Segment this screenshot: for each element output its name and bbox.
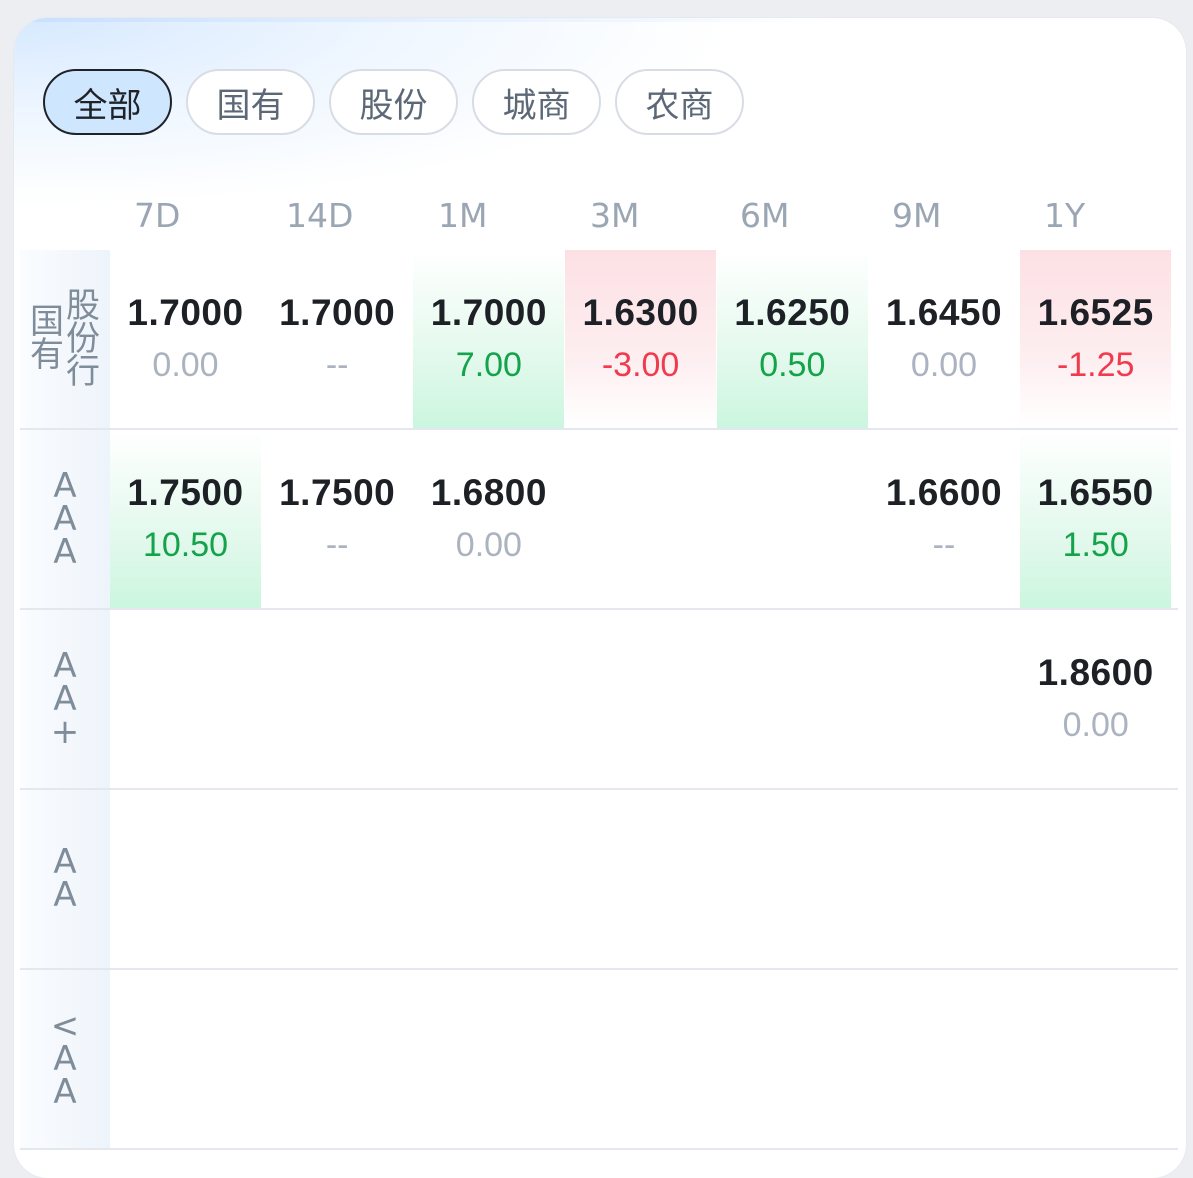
rate-cell[interactable]: 1.7000 7.00 [413, 250, 565, 428]
rate-change: -3.00 [601, 346, 680, 384]
rate-change: 10.50 [142, 526, 229, 564]
rate-change: 1.50 [1062, 526, 1129, 564]
rate-change: 0.00 [1062, 706, 1129, 744]
table-row: 国 有股 份 行 1.7000 0.00 1.7000 -- 1.7000 7.00 1.63… [20, 250, 1178, 430]
rate-change: -1.25 [1056, 346, 1135, 384]
rate-card: 全部 国有 股份 城商 农商 7D 14D 1M 3M 6M 9M 1Y 国 有… [14, 18, 1186, 1178]
table-row: A A [20, 790, 1178, 970]
rate-value: 1.6450 [885, 292, 1003, 333]
tab-city-commercial[interactable]: 城商 [472, 69, 601, 135]
rate-change: -- [932, 526, 956, 564]
rate-value: 1.6550 [1037, 472, 1154, 513]
table-row: A A A 1.7500 10.50 1.7500 -- 1.6800 0.00 1.6600… [20, 430, 1178, 610]
rate-change: 0.00 [152, 346, 219, 384]
rate-cell[interactable]: 1.6800 0.00 [413, 430, 564, 608]
column-header-1m: 1M [438, 196, 488, 235]
rate-value: 1.6800 [430, 472, 547, 513]
row-label-text: < A A [50, 1005, 80, 1112]
rate-cell[interactable]: 1.7500 10.50 [110, 430, 261, 608]
rate-value: 1.7000 [279, 292, 396, 333]
rate-cell[interactable]: 1.6300 -3.00 [565, 250, 717, 428]
rate-change: 0.50 [759, 346, 826, 384]
rate-change: -- [325, 346, 349, 384]
column-header-7d: 7D [134, 196, 181, 235]
row-label-text: 股 份 行 [66, 285, 100, 392]
rate-change: 0.00 [910, 346, 978, 384]
rate-cell[interactable]: 1.7000 0.00 [110, 250, 261, 428]
card-topline [14, 18, 1186, 22]
filter-tabs: 全部 国有 股份 城商 农商 [43, 69, 744, 135]
row-label: A A [20, 790, 110, 968]
rate-value: 1.7000 [430, 292, 547, 333]
rate-value: 1.6250 [734, 292, 851, 333]
rate-change: 7.00 [455, 346, 522, 384]
rate-value: 1.6300 [582, 292, 699, 333]
rate-cell[interactable]: 1.7000 -- [262, 250, 413, 428]
tab-joint-stock[interactable]: 股份 [329, 69, 458, 135]
rate-cell[interactable]: 1.8600 0.00 [1020, 610, 1171, 788]
column-header-14d: 14D [286, 196, 354, 235]
rate-value: 1.7500 [127, 472, 244, 513]
table-row: < A A [20, 970, 1178, 1150]
row-label: < A A [20, 970, 110, 1148]
row-label: A A + [20, 610, 110, 788]
tab-rural-commercial[interactable]: 农商 [615, 69, 744, 135]
rate-cell[interactable]: 1.6600 -- [869, 430, 1020, 608]
rate-change: 0.00 [455, 526, 522, 564]
row-label-text: A A [53, 842, 77, 915]
rate-cell[interactable]: 1.6525 -1.25 [1020, 250, 1172, 428]
column-header-6m: 6M [740, 196, 790, 235]
column-header-9m: 9M [892, 196, 942, 235]
rate-value: 1.7500 [279, 472, 396, 513]
row-label-text: A A A [53, 465, 77, 572]
row-label-text: A A + [50, 645, 80, 752]
rate-value: 1.6525 [1037, 292, 1154, 333]
table-row: A A + 1.8600 0.00 [20, 610, 1178, 790]
row-label: 国 有股 份 行 [20, 250, 110, 428]
tab-state-owned[interactable]: 国有 [186, 69, 315, 135]
rate-cell[interactable]: 1.6450 0.00 [869, 250, 1020, 428]
column-header-1y: 1Y [1044, 196, 1086, 235]
rate-cell[interactable]: 1.6550 1.50 [1020, 430, 1172, 608]
row-label-text: 国 有 [30, 302, 64, 375]
tab-all[interactable]: 全部 [43, 69, 172, 135]
rate-change: -- [325, 526, 349, 564]
row-label: A A A [20, 430, 110, 608]
rate-value: 1.6600 [885, 472, 1003, 513]
rate-cell[interactable]: 1.6250 0.50 [716, 250, 868, 428]
rate-value: 1.7000 [127, 292, 244, 333]
column-header-3m: 3M [590, 196, 640, 235]
rate-value: 1.8600 [1037, 652, 1154, 693]
column-headers: 7D 14D 1M 3M 6M 9M 1Y [110, 196, 1172, 246]
rate-cell[interactable]: 1.7500 -- [262, 430, 413, 608]
